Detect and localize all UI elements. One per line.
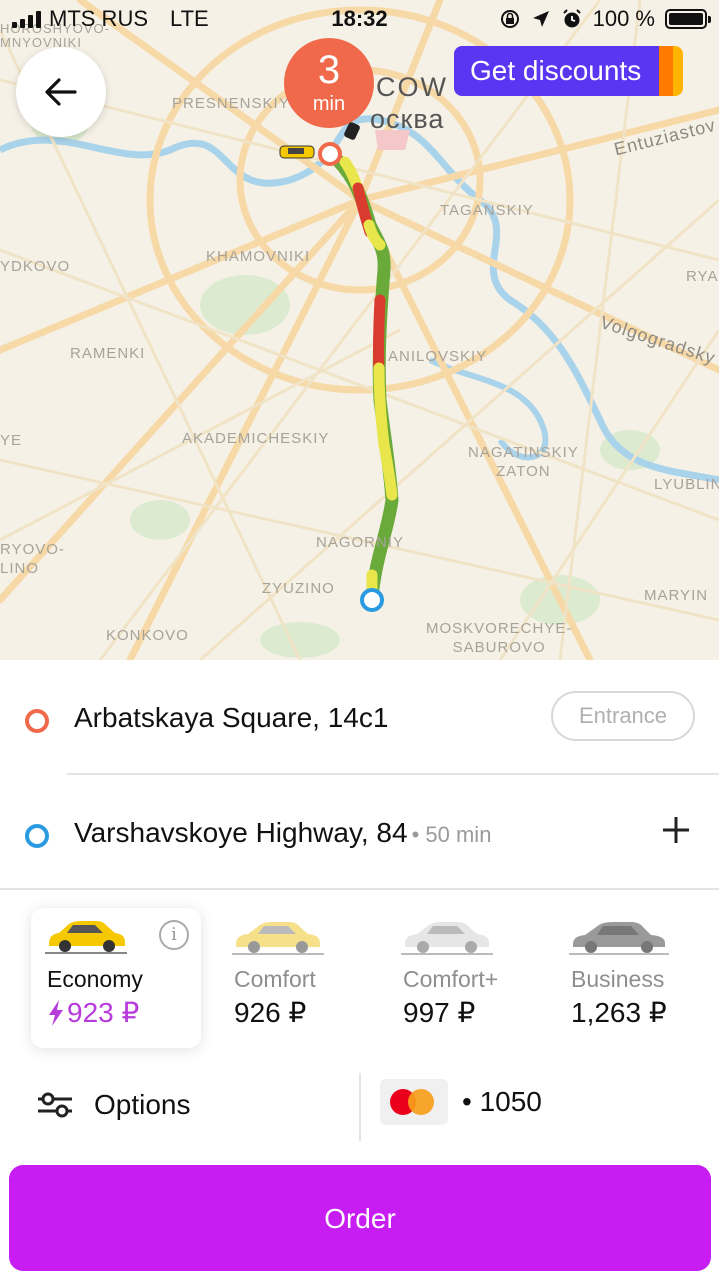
divider [0,888,719,890]
district-label: RYOVO- LINO [0,541,65,577]
district-label: NAGATINSKIY ZATON [468,444,579,480]
comfort-car-icon [232,922,324,955]
district-label: MARYIN [644,587,709,604]
tariff-price: 923 ₽ [47,996,139,1029]
district-label: NAGORNIY [316,534,405,551]
tariff-price: 1,263 ₽ [571,997,667,1028]
business-car-icon [569,922,669,955]
arrow-left-icon [45,78,77,106]
banner-stripe [659,46,674,96]
battery-percent: 100 % [592,6,655,31]
destination-dot-icon [25,824,49,848]
status-bar: MTS RUS LTE 18:32 100 % [0,0,719,40]
district-label: ZYUZINO [262,580,335,597]
tariff-name: Comfort [234,966,316,992]
district-label: KHAMOVNIKI [206,248,311,265]
tariff-business[interactable]: Business 1,263 ₽ [555,908,719,1048]
options-button[interactable]: Options [36,1075,191,1135]
tariff-comfort[interactable]: Comfort 926 ₽ [218,908,388,1048]
district-label: LYUBLIN [654,476,719,493]
destination-address[interactable]: Varshavskoye Highway, 84 [74,817,408,848]
location-arrow-icon [532,11,549,27]
tariff-price-value: 923 ₽ [67,997,140,1028]
eta-value: 3 [317,48,341,92]
sliders-icon [38,1092,72,1118]
discounts-banner[interactable]: Get discounts [454,46,684,96]
comfort-plus-car-icon [401,922,493,955]
district-label: YDKOVO [0,258,71,275]
entrance-button[interactable]: Entrance [551,691,695,741]
tariff-name: Comfort+ [403,966,499,992]
order-button[interactable]: Order [9,1165,711,1271]
tariff-price: 997 ₽ [403,997,476,1028]
district-label: KONKOVO [106,627,189,644]
eta-badge: 3 min [284,38,374,128]
tariff-name: Business [571,966,665,992]
add-stop-button[interactable] [661,812,691,852]
payment-method-button[interactable]: • 1050 [380,1079,542,1125]
eta-unit: min [312,93,346,115]
status-icons: 100 % [499,6,711,32]
district-label: AKADEMICHESKIY [182,430,330,447]
alarm-icon [562,9,581,28]
info-icon[interactable]: i [159,920,189,950]
options-label: Options [94,1089,191,1120]
destination-text: Varshavskoye Highway, 84 • 50 min [74,817,491,849]
order-sheet: Arbatskaya Square, 14с1 Entrance Varshav… [0,660,719,1280]
pickup-dot-icon [25,709,49,733]
tariff-price: 926 ₽ [234,997,307,1028]
surge-bolt-icon [49,1000,63,1026]
tariff-selector: i Economy 923 ₽ Comfort 926 ₽ Comfort+ 9… [0,908,719,1048]
district-label: ANILOVSKIY [388,348,488,365]
city-label: COW [376,72,448,102]
district-label: MOSKVORECHYE- SABUROVO [426,620,573,656]
city-label: осква [370,104,445,134]
pickup-address[interactable]: Arbatskaya Square, 14с1 [74,702,388,734]
banner-stripe [673,46,684,96]
tariff-name: Economy [47,966,143,992]
district-label: RAMENKI [70,345,146,362]
card-number: • 1050 [462,1086,542,1117]
taxi-car-icon [279,145,315,159]
rotation-lock-icon [500,10,519,28]
plus-icon [663,817,689,843]
back-button[interactable] [16,47,106,137]
trip-duration: • 50 min [411,822,492,847]
options-payment-row: Options • 1050 [0,1065,719,1145]
economy-car-icon [45,921,127,954]
pickup-row[interactable]: Arbatskaya Square, 14с1 Entrance [0,660,719,772]
divider [359,1073,361,1141]
district-label: PRESNENSKIY [172,95,290,112]
discounts-label: Get discounts [454,46,660,96]
district-label: TAGANSKIY [440,202,534,219]
district-label: YE [0,432,23,449]
tariff-economy[interactable]: i Economy 923 ₽ [31,908,201,1048]
tariff-comfort-plus[interactable]: Comfort+ 997 ₽ [387,908,557,1048]
district-label: RYA [686,268,719,285]
origin-marker [318,142,342,166]
destination-row[interactable]: Varshavskoye Highway, 84 • 50 min [0,775,719,887]
battery-icon [665,9,711,29]
destination-marker [360,588,384,612]
mastercard-icon [380,1079,448,1125]
